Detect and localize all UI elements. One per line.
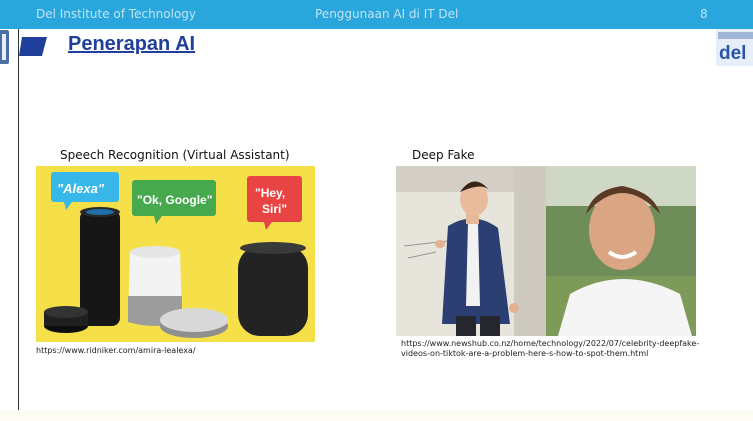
speech-recognition-caption: Speech Recognition (Virtual Assistant) [60,148,290,162]
svg-text:"Ok, Google": "Ok, Google" [137,193,212,207]
svg-text:"Alexa": "Alexa" [57,181,105,196]
page-number: 8 [700,7,708,21]
header-bar: Del Institute of Technology Penggunaan A… [0,0,753,29]
svg-text:del: del [719,43,746,64]
title-bullet-icon [19,37,47,56]
institution-name: Del Institute of Technology [36,7,197,21]
deepfake-source-link[interactable]: https://www.newshub.co.nz/home/technolog… [401,339,701,359]
deep-fake-image [396,166,696,336]
slide-title: Penerapan AI [68,33,196,55]
left-divider-line [18,29,19,421]
deep-fake-caption: Deep Fake [412,148,475,162]
speech-source-link[interactable]: https://www.ridniker.com/amira-lealexa/ [36,346,196,356]
left-logo-fragment [0,30,9,64]
svg-text:"Hey,: "Hey, [255,186,285,200]
svg-text:Siri": Siri" [262,202,287,216]
del-logo: del [716,29,753,66]
slide-topic: Penggunaan AI di IT Del [315,7,459,21]
footer-bar [0,410,753,421]
smart-speakers-image: "Alexa" "Ok, Google" "Hey, Siri" [36,166,315,342]
